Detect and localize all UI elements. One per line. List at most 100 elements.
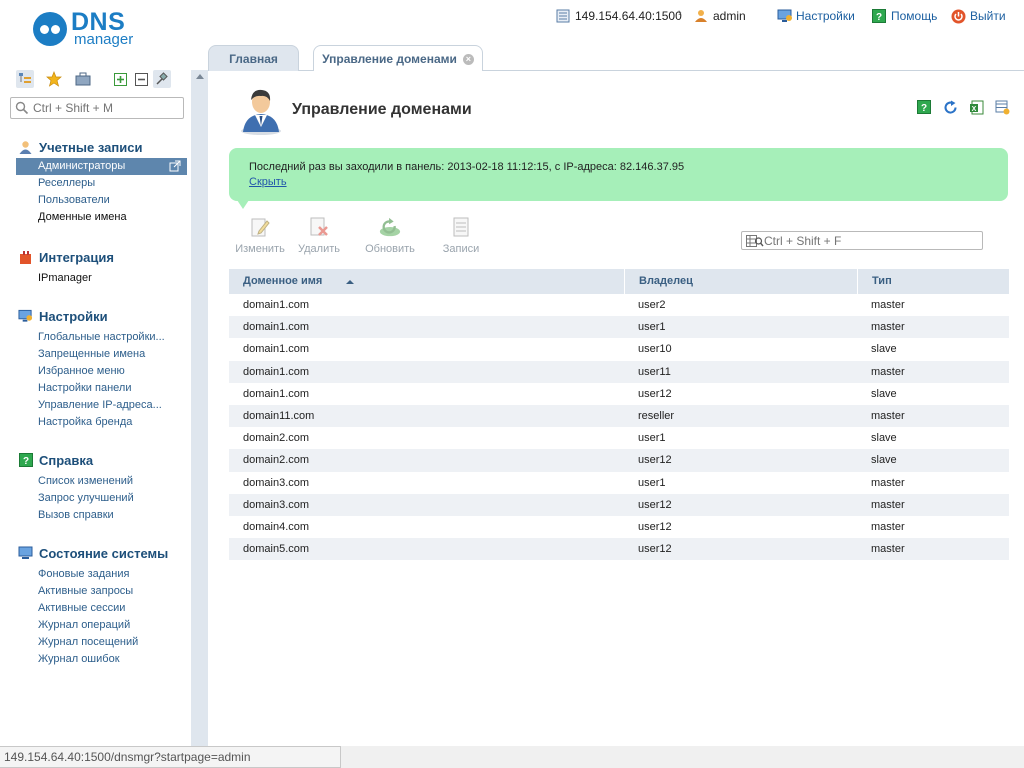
- cell-owner: user10: [638, 343, 672, 356]
- sidebar-search-input[interactable]: [33, 100, 178, 116]
- open-external-icon[interactable]: [169, 160, 181, 175]
- sidebar-item-active-sessions[interactable]: Активные сессии: [0, 600, 191, 617]
- cell-type: master: [871, 476, 905, 489]
- logout-link[interactable]: Выйти: [951, 7, 1006, 25]
- table-row[interactable]: domain2.com user12 slave: [229, 449, 1009, 472]
- cell-owner: user11: [638, 365, 671, 378]
- dnsmanager-logo[interactable]: DNS manager: [33, 8, 143, 49]
- sidebar-item-users[interactable]: Пользователи: [0, 192, 191, 209]
- cell-type: master: [871, 321, 905, 334]
- settings-link[interactable]: Настройки: [777, 7, 855, 25]
- refresh-icon[interactable]: [942, 99, 958, 115]
- sidebar-item-visits-log[interactable]: Журнал посещений: [0, 634, 191, 651]
- sidebar-search[interactable]: [10, 97, 184, 119]
- server-address[interactable]: 149.154.64.40:1500: [556, 7, 682, 25]
- table-row[interactable]: domain1.com user1 master: [229, 316, 1009, 339]
- sidebar-item-changelog[interactable]: Список изменений: [0, 473, 191, 490]
- delete-button[interactable]: Удалить: [292, 216, 346, 255]
- cell-owner: user12: [638, 454, 672, 467]
- table-row[interactable]: domain5.com user12 master: [229, 538, 1009, 561]
- menu-group-accounts-header[interactable]: Учетные записи: [0, 137, 191, 157]
- column-header-label: Владелец: [639, 275, 693, 287]
- pin-icon[interactable]: [153, 70, 171, 88]
- sidebar-item-operations-log[interactable]: Журнал операций: [0, 617, 191, 634]
- sidebar-item-background-tasks[interactable]: Фоновые задания: [0, 566, 191, 583]
- table-row[interactable]: domain11.com reseller master: [229, 404, 1009, 428]
- monitor-settings-icon: [777, 9, 792, 23]
- cell-domain: domain4.com: [243, 520, 310, 533]
- user-menu[interactable]: admin: [694, 7, 746, 25]
- briefcase-icon[interactable]: [74, 70, 92, 88]
- favorites-star-icon[interactable]: [45, 70, 63, 88]
- excel-export-icon[interactable]: X: [968, 99, 984, 115]
- column-header-label: Доменное имя: [243, 275, 323, 287]
- table-filter[interactable]: [741, 231, 983, 250]
- last-login-notice: Последний раз вы заходили в панель: 2013…: [229, 148, 1008, 209]
- sidebar-item-label: Настройка бренда: [38, 416, 133, 428]
- sidebar-item-domain-names[interactable]: Доменные имена: [0, 209, 191, 226]
- column-header-domain-name[interactable]: Доменное имя: [229, 269, 624, 294]
- table-row[interactable]: domain2.com user1 slave: [229, 427, 1009, 449]
- sidebar-item-ip-management[interactable]: Управление IP-адреса...: [0, 397, 191, 414]
- sidebar-item-label: IPmanager: [38, 272, 92, 284]
- expand-all-icon[interactable]: [111, 70, 129, 88]
- sidebar-splitter[interactable]: [191, 70, 208, 746]
- sidebar-item-label: Запрос улучшений: [38, 492, 134, 504]
- menu-group-integration-header[interactable]: Интеграция: [0, 247, 191, 267]
- table-settings-icon[interactable]: [994, 99, 1010, 115]
- collapse-all-icon[interactable]: [132, 70, 150, 88]
- title-toolbar: ? X: [906, 99, 1010, 115]
- tree-view-icon[interactable]: [16, 70, 34, 88]
- hide-notice-link[interactable]: Скрыть: [249, 175, 988, 190]
- sidebar-item-resellers[interactable]: Реселлеры: [0, 175, 191, 192]
- help-link[interactable]: ? Помощь: [872, 7, 937, 25]
- help-icon[interactable]: ?: [916, 99, 932, 115]
- cell-domain: domain1.com: [243, 299, 310, 311]
- sort-ascending-icon: [346, 280, 354, 284]
- table-row[interactable]: domain1.com user2 master: [229, 294, 1009, 316]
- column-header-type[interactable]: Тип: [857, 269, 1009, 294]
- table-row[interactable]: domain1.com user10 slave: [229, 338, 1009, 360]
- table-row[interactable]: domain4.com user12 master: [229, 516, 1009, 538]
- table-row[interactable]: domain1.com user12 slave: [229, 383, 1009, 405]
- sidebar-item-forbidden-names[interactable]: Запрещенные имена: [0, 346, 191, 363]
- cell-domain: domain1.com: [243, 365, 310, 378]
- records-button[interactable]: Записи: [434, 216, 488, 255]
- sidebar-item-error-log[interactable]: Журнал ошибок: [0, 651, 191, 668]
- close-tab-icon[interactable]: ×: [462, 53, 474, 65]
- logout-label: Выйти: [970, 9, 1006, 23]
- page-header: Управление доменами: [237, 85, 472, 135]
- last-login-text: Последний раз вы заходили в панель: 2013…: [249, 161, 685, 173]
- sidebar-item-ipmanager[interactable]: IPmanager: [0, 270, 191, 287]
- table-row[interactable]: domain3.com user1 master: [229, 472, 1009, 494]
- menu-group-help: ? Справка Список изменений Запрос улучше…: [0, 450, 191, 524]
- search-icon: [15, 101, 29, 118]
- tab-domain-management[interactable]: Управление доменами ×: [313, 45, 483, 72]
- menu-group-help-header[interactable]: ? Справка: [0, 450, 191, 470]
- sidebar-item-administrators[interactable]: Администраторы: [16, 158, 187, 175]
- edit-button[interactable]: Изменить: [228, 216, 292, 255]
- sidebar-item-brand-settings[interactable]: Настройка бренда: [0, 414, 191, 431]
- cell-domain: domain1.com: [243, 387, 310, 400]
- server-icon: [556, 9, 570, 23]
- menu-group-system-status-title: Состояние системы: [39, 545, 169, 561]
- collapse-arrow-icon[interactable]: [196, 74, 204, 79]
- admin-avatar-icon: [237, 85, 285, 135]
- sidebar-item-label: Управление IP-адреса...: [38, 399, 162, 411]
- svg-text:?: ?: [876, 12, 882, 23]
- menu-group-system-status-header[interactable]: Состояние системы: [0, 543, 191, 563]
- sidebar-item-global-settings[interactable]: Глобальные настройки...: [0, 329, 191, 346]
- table-row[interactable]: domain1.com user11 master: [229, 360, 1009, 383]
- tab-home[interactable]: Главная: [208, 45, 299, 71]
- sidebar-toolbar: [16, 70, 182, 88]
- sidebar-item-feature-request[interactable]: Запрос улучшений: [0, 490, 191, 507]
- sidebar-item-call-help[interactable]: Вызов справки: [0, 507, 191, 524]
- sidebar-item-panel-settings[interactable]: Настройки панели: [0, 380, 191, 397]
- sidebar-item-favorite-menu[interactable]: Избранное меню: [0, 363, 191, 380]
- table-filter-input[interactable]: [764, 233, 974, 248]
- menu-group-settings-header[interactable]: Настройки: [0, 306, 191, 326]
- column-header-owner[interactable]: Владелец: [624, 269, 857, 294]
- sidebar-item-active-requests[interactable]: Активные запросы: [0, 583, 191, 600]
- table-row[interactable]: domain3.com user12 master: [229, 493, 1009, 516]
- refresh-button[interactable]: Обновить: [346, 216, 434, 255]
